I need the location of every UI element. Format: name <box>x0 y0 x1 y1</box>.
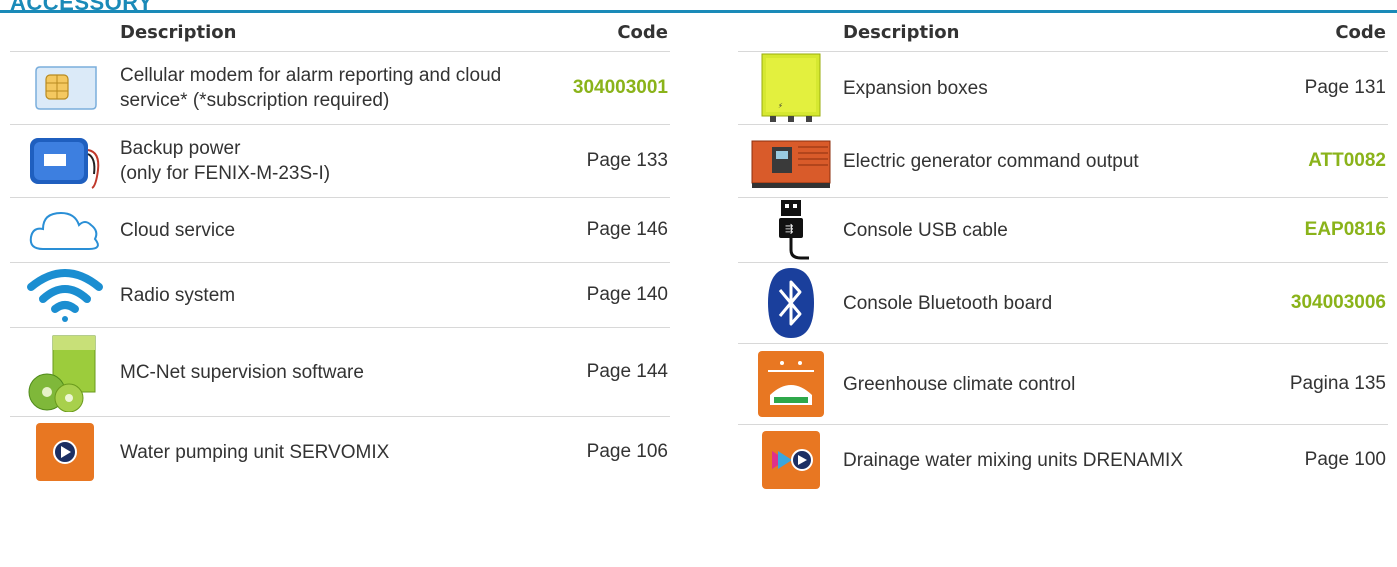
row-description: Console Bluetooth board <box>843 292 1053 314</box>
row-description: Console USB cable <box>843 219 1008 241</box>
table-row: Water pumping unit SERVOMIX Page 106 <box>10 417 670 487</box>
row-code: Page 131 <box>1304 77 1386 98</box>
row-description: Expansion boxes <box>843 77 988 99</box>
description-header: Description <box>843 21 960 43</box>
expansion-box-icon: ⚡ <box>738 52 843 124</box>
table-row: Radio system Page 140 <box>10 263 670 328</box>
row-description: Cellular modem for alarm reporting and c… <box>120 65 502 111</box>
table-row: Backup power (only for FENIX-M-23S-I) Pa… <box>10 125 670 198</box>
generator-icon <box>738 125 843 197</box>
table-row: Cellular modem for alarm reporting and c… <box>10 52 670 125</box>
table-row: ⚡ Expansion boxes Page 131 <box>738 52 1388 125</box>
sim-card-icon <box>10 52 120 124</box>
row-code: Pagina 135 <box>1289 373 1386 394</box>
bluetooth-icon <box>738 263 843 343</box>
row-description: Water pumping unit SERVOMIX <box>120 441 390 463</box>
row-description: MC-Net supervision software <box>120 361 364 383</box>
row-description: Electric generator command output <box>843 150 1139 172</box>
row-code-link[interactable]: 304003006 <box>1236 292 1388 314</box>
row-code-link[interactable]: EAP0816 <box>1236 219 1388 241</box>
row-description: Cloud service <box>120 219 236 241</box>
mixing-unit-icon <box>738 425 843 495</box>
row-description: Greenhouse climate control <box>843 373 1076 395</box>
battery-pack-icon <box>10 125 120 197</box>
accessory-table-left: Description Code Cellular modem for alar… <box>10 13 670 487</box>
row-code: Page 106 <box>586 441 668 462</box>
row-description: Drainage water mixing units DRENAMIX <box>843 449 1184 471</box>
svg-text:⚡: ⚡ <box>778 102 783 110</box>
svg-text:⇶: ⇶ <box>785 223 793 235</box>
table-row: Electric generator command output ATT008… <box>738 125 1388 198</box>
row-code-link[interactable]: 304003001 <box>518 77 670 99</box>
code-header: Code <box>1335 21 1386 43</box>
table-header: Description Code <box>738 13 1388 52</box>
table-header: Description Code <box>10 13 670 52</box>
pump-unit-icon <box>10 417 120 487</box>
code-header: Code <box>617 21 668 43</box>
wifi-icon <box>10 263 120 327</box>
table-row: Greenhouse climate control Pagina 135 <box>738 344 1388 425</box>
table-row: Console Bluetooth board 304003006 <box>738 263 1388 344</box>
row-code: Page 100 <box>1304 449 1386 470</box>
greenhouse-icon <box>738 344 843 424</box>
row-code: Page 144 <box>586 361 668 382</box>
description-header: Description <box>120 21 237 43</box>
table-row: MC-Net supervision software Page 144 <box>10 328 670 417</box>
usb-cable-icon: ⇶ <box>738 198 843 262</box>
row-code: Page 133 <box>586 150 668 171</box>
row-code: Page 146 <box>586 219 668 240</box>
software-box-icon <box>10 328 120 416</box>
cloud-icon <box>10 198 120 262</box>
table-row: ⇶ Console USB cable EAP0816 <box>738 198 1388 263</box>
row-code-link[interactable]: ATT0082 <box>1236 150 1388 172</box>
row-description: Backup power (only for FENIX-M-23S-I) <box>120 138 331 184</box>
table-row: Drainage water mixing units DRENAMIX Pag… <box>738 425 1388 495</box>
row-code: Page 140 <box>586 284 668 305</box>
row-description: Radio system <box>120 284 236 306</box>
table-row: Cloud service Page 146 <box>10 198 670 263</box>
accessory-table-right: Description Code ⚡ Expansion boxes Page … <box>738 13 1388 495</box>
